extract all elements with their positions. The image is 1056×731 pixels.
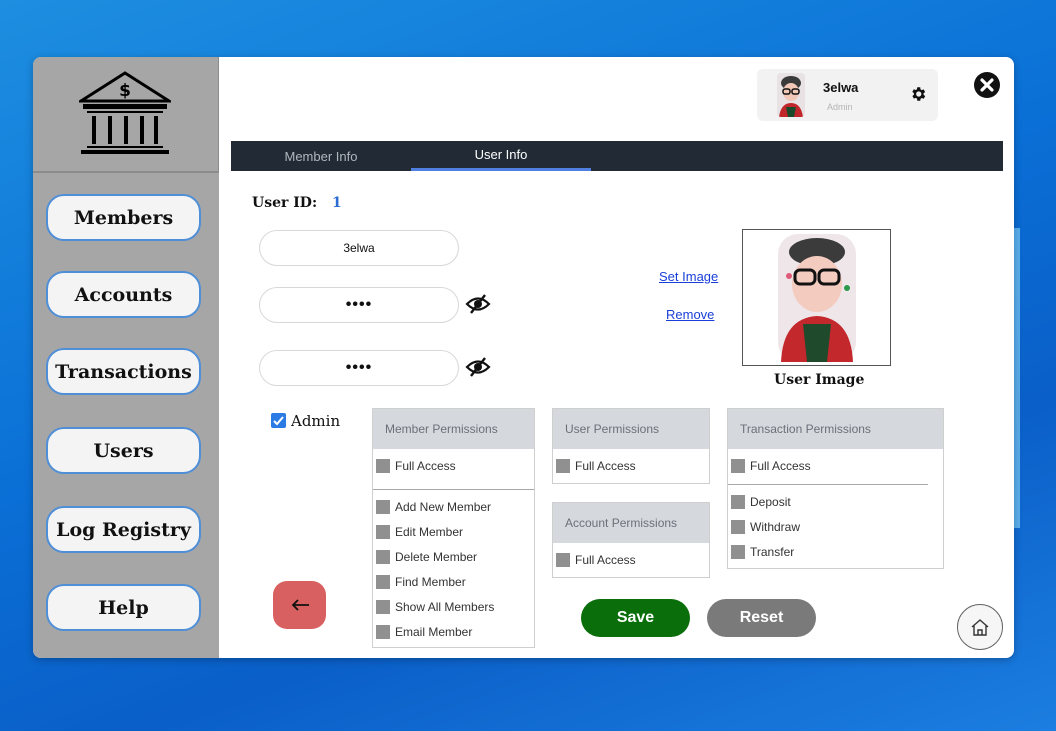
checkbox-box [556,459,570,473]
divider [728,484,928,485]
checkbox-box [376,500,390,514]
checkbox-box [376,550,390,564]
admin-checkbox[interactable] [271,413,286,428]
checkbox-label: Full Access [395,459,456,473]
deposit-checkbox[interactable]: Deposit [731,493,791,511]
divider [373,489,534,490]
user-image-frame [742,229,891,366]
checkbox-box [376,459,390,473]
add-new-member-checkbox[interactable]: Add New Member [376,498,491,516]
user-permissions-title: User Permissions [553,409,709,449]
nav-help-button[interactable]: Help [46,584,201,631]
username-field[interactable] [259,230,459,266]
user-id-label: User ID: [252,195,318,211]
user-full-access-checkbox[interactable]: Full Access [556,457,636,475]
home-icon [971,619,989,636]
transfer-checkbox[interactable]: Transfer [731,543,794,561]
checkbox-label: Full Access [575,553,636,567]
tab-member-info[interactable]: Member Info [231,141,411,171]
checkbox-box [556,553,570,567]
checkbox-box [376,525,390,539]
checkbox-label: Full Access [750,459,811,473]
checkbox-label: Edit Member [395,525,464,539]
member-permissions-title: Member Permissions [373,409,534,449]
tab-user-info[interactable]: User Info [411,141,591,171]
nav-accounts-button[interactable]: Accounts [46,271,201,318]
checkbox-label: Deposit [750,495,791,509]
set-image-link[interactable]: Set Image [659,269,718,284]
nav-members-button[interactable]: Members [46,194,201,241]
svg-text:$: $ [119,81,131,101]
checkbox-box [731,495,745,509]
back-button[interactable] [273,581,326,629]
avatar [777,73,805,117]
current-user-role: Admin [827,102,853,112]
checkbox-label: Delete Member [395,550,478,564]
password-field[interactable] [259,287,459,323]
close-icon[interactable] [973,71,1001,99]
save-button[interactable]: Save [581,599,690,637]
checkbox-label: Withdraw [750,520,801,534]
checkbox-box [731,545,745,559]
admin-label: Admin [291,412,341,430]
account-permissions-title: Account Permissions [553,503,709,543]
checkbox-label: Show All Members [395,600,495,614]
edit-member-checkbox[interactable]: Edit Member [376,523,463,541]
checkbox-box [731,520,745,534]
sidebar: $ Members Accounts Transactions Users Lo… [33,57,219,658]
find-member-checkbox[interactable]: Find Member [376,573,466,591]
checkbox-label: Transfer [750,545,795,559]
tab-bar: Member Info User Info [231,141,1003,171]
gear-icon[interactable] [909,85,927,103]
checkbox-box [376,600,390,614]
checkbox-label: Email Member [395,625,473,639]
eye-slash-icon[interactable] [465,293,491,315]
checkbox-label: Add New Member [395,500,492,514]
member-full-access-checkbox[interactable]: Full Access [376,457,456,475]
transaction-permissions-title: Transaction Permissions [728,409,943,449]
email-member-checkbox[interactable]: Email Member [376,623,472,641]
app-window: $ Members Accounts Transactions Users Lo… [33,57,1014,658]
checkbox-label: Full Access [575,459,636,473]
withdraw-checkbox[interactable]: Withdraw [731,518,800,536]
member-permissions-panel: Member Permissions Full Access Add New M… [372,408,535,648]
checkbox-label: Find Member [395,575,466,589]
account-permissions-panel: Account Permissions Full Access [552,502,710,578]
user-id-value: 1 [332,195,342,211]
checkbox-box [376,575,390,589]
arrow-left-icon [291,599,309,611]
checkbox-box [731,459,745,473]
current-user-card: 3elwa Admin [757,69,938,121]
current-user-name: 3elwa [823,80,859,95]
main-content: 3elwa Admin Member Info User Info User I… [219,57,1014,658]
logo-panel: $ [33,57,219,173]
bank-icon: $ [79,71,171,154]
eye-slash-icon[interactable] [465,356,491,378]
reset-button[interactable]: Reset [707,599,816,637]
account-full-access-checkbox[interactable]: Full Access [556,551,636,569]
nav-transactions-button[interactable]: Transactions [46,348,201,395]
transaction-full-access-checkbox[interactable]: Full Access [731,457,811,475]
checkbox-box [376,625,390,639]
remove-image-link[interactable]: Remove [666,307,714,322]
confirm-password-field[interactable] [259,350,459,386]
user-image-caption: User Image [774,372,865,388]
user-permissions-panel: User Permissions Full Access [552,408,710,484]
transaction-permissions-panel: Transaction Permissions Full Access Depo… [727,408,944,569]
user-photo [778,234,856,362]
delete-member-checkbox[interactable]: Delete Member [376,548,477,566]
home-button[interactable] [957,604,1003,650]
nav-users-button[interactable]: Users [46,427,201,474]
nav-log-registry-button[interactable]: Log Registry [46,506,201,553]
show-all-members-checkbox[interactable]: Show All Members [376,598,494,616]
